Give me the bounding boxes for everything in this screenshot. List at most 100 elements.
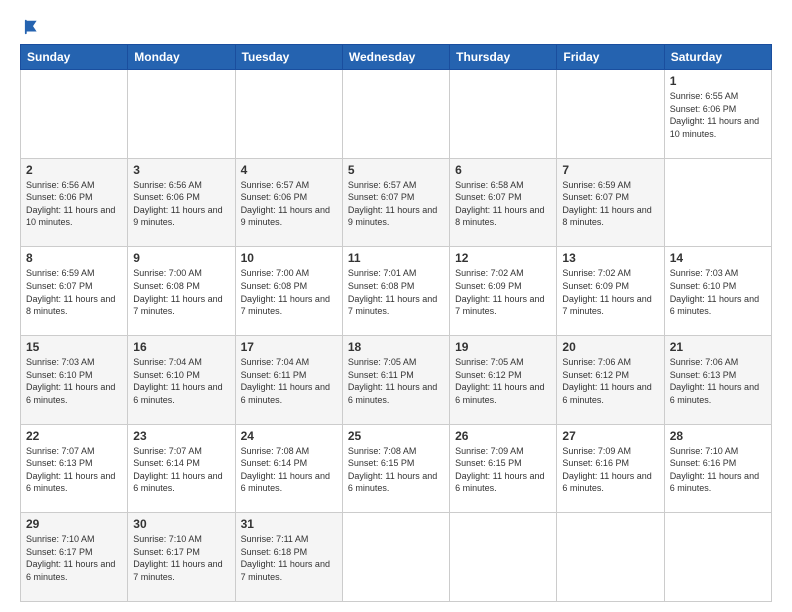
- day-header-saturday: Saturday: [664, 45, 771, 70]
- day-info: Sunrise: 7:10 AMSunset: 6:16 PMDaylight:…: [670, 446, 759, 494]
- day-number: 29: [26, 517, 122, 531]
- day-info: Sunrise: 7:06 AMSunset: 6:12 PMDaylight:…: [562, 357, 651, 405]
- empty-cell: [664, 513, 771, 602]
- logo-flag-icon: [24, 18, 42, 36]
- day-header-tuesday: Tuesday: [235, 45, 342, 70]
- day-header-sunday: Sunday: [21, 45, 128, 70]
- day-number: 4: [241, 163, 337, 177]
- day-number: 1: [670, 74, 766, 88]
- day-info: Sunrise: 7:05 AMSunset: 6:12 PMDaylight:…: [455, 357, 544, 405]
- day-info: Sunrise: 6:58 AMSunset: 6:07 PMDaylight:…: [455, 180, 544, 228]
- empty-cell: [342, 70, 449, 159]
- day-cell-28: 28 Sunrise: 7:10 AMSunset: 6:16 PMDayligh…: [664, 424, 771, 513]
- day-info: Sunrise: 6:59 AMSunset: 6:07 PMDaylight:…: [562, 180, 651, 228]
- day-number: 22: [26, 429, 122, 443]
- day-number: 18: [348, 340, 444, 354]
- day-info: Sunrise: 7:07 AMSunset: 6:13 PMDaylight:…: [26, 446, 115, 494]
- day-cell-10: 10 Sunrise: 7:00 AMSunset: 6:08 PMDayligh…: [235, 247, 342, 336]
- day-info: Sunrise: 7:10 AMSunset: 6:17 PMDaylight:…: [26, 534, 115, 582]
- empty-cell: [450, 513, 557, 602]
- day-number: 23: [133, 429, 229, 443]
- day-info: Sunrise: 7:06 AMSunset: 6:13 PMDaylight:…: [670, 357, 759, 405]
- day-header-wednesday: Wednesday: [342, 45, 449, 70]
- day-cell-24: 24Sunrise: 7:08 AMSunset: 6:14 PMDayligh…: [235, 424, 342, 513]
- day-cell-3: 3 Sunrise: 6:56 AMSunset: 6:06 PMDaylight…: [128, 158, 235, 247]
- day-info: Sunrise: 7:00 AMSunset: 6:08 PMDaylight:…: [241, 268, 330, 316]
- day-info: Sunrise: 6:57 AMSunset: 6:06 PMDaylight:…: [241, 180, 330, 228]
- day-number: 12: [455, 251, 551, 265]
- day-info: Sunrise: 7:08 AMSunset: 6:15 PMDaylight:…: [348, 446, 437, 494]
- day-cell-30: 30Sunrise: 7:10 AMSunset: 6:17 PMDayligh…: [128, 513, 235, 602]
- day-info: Sunrise: 7:09 AMSunset: 6:16 PMDaylight:…: [562, 446, 651, 494]
- day-info: Sunrise: 7:00 AMSunset: 6:08 PMDaylight:…: [133, 268, 222, 316]
- empty-cell: [557, 513, 664, 602]
- empty-cell: [128, 70, 235, 159]
- calendar-week-row: 1 Sunrise: 6:55 AMSunset: 6:06 PMDaylight…: [21, 70, 772, 159]
- day-info: Sunrise: 7:01 AMSunset: 6:08 PMDaylight:…: [348, 268, 437, 316]
- day-cell-1: 1 Sunrise: 6:55 AMSunset: 6:06 PMDaylight…: [664, 70, 771, 159]
- day-number: 11: [348, 251, 444, 265]
- day-info: Sunrise: 7:08 AMSunset: 6:14 PMDaylight:…: [241, 446, 330, 494]
- day-info: Sunrise: 7:04 AMSunset: 6:10 PMDaylight:…: [133, 357, 222, 405]
- day-number: 16: [133, 340, 229, 354]
- calendar-table: SundayMondayTuesdayWednesdayThursdayFrid…: [20, 44, 772, 602]
- day-info: Sunrise: 7:02 AMSunset: 6:09 PMDaylight:…: [455, 268, 544, 316]
- day-cell-7: 7 Sunrise: 6:59 AMSunset: 6:07 PMDaylight…: [557, 158, 664, 247]
- header: [20, 18, 772, 36]
- day-info: Sunrise: 6:56 AMSunset: 6:06 PMDaylight:…: [133, 180, 222, 228]
- day-cell-19: 19Sunrise: 7:05 AMSunset: 6:12 PMDayligh…: [450, 335, 557, 424]
- calendar-week-row: 2 Sunrise: 6:56 AMSunset: 6:06 PMDaylight…: [21, 158, 772, 247]
- empty-cell: [235, 70, 342, 159]
- calendar-week-row: 22 Sunrise: 7:07 AMSunset: 6:13 PMDayligh…: [21, 424, 772, 513]
- day-cell-27: 27Sunrise: 7:09 AMSunset: 6:16 PMDayligh…: [557, 424, 664, 513]
- day-cell-23: 23Sunrise: 7:07 AMSunset: 6:14 PMDayligh…: [128, 424, 235, 513]
- logo: [20, 18, 42, 36]
- day-number: 20: [562, 340, 658, 354]
- day-cell-8: 8 Sunrise: 6:59 AMSunset: 6:07 PMDaylight…: [21, 247, 128, 336]
- day-number: 26: [455, 429, 551, 443]
- day-info: Sunrise: 7:04 AMSunset: 6:11 PMDaylight:…: [241, 357, 330, 405]
- day-cell-20: 20 Sunrise: 7:06 AMSunset: 6:12 PMDayligh…: [557, 335, 664, 424]
- day-number: 2: [26, 163, 122, 177]
- day-cell-13: 13 Sunrise: 7:02 AMSunset: 6:09 PMDayligh…: [557, 247, 664, 336]
- calendar-week-row: 29 Sunrise: 7:10 AMSunset: 6:17 PMDayligh…: [21, 513, 772, 602]
- day-info: Sunrise: 6:56 AMSunset: 6:06 PMDaylight:…: [26, 180, 115, 228]
- calendar-header-row: SundayMondayTuesdayWednesdayThursdayFrid…: [21, 45, 772, 70]
- day-info: Sunrise: 7:10 AMSunset: 6:17 PMDaylight:…: [133, 534, 222, 582]
- day-number: 28: [670, 429, 766, 443]
- day-number: 21: [670, 340, 766, 354]
- day-cell-15: 15 Sunrise: 7:03 AMSunset: 6:10 PMDayligh…: [21, 335, 128, 424]
- day-number: 14: [670, 251, 766, 265]
- day-info: Sunrise: 7:05 AMSunset: 6:11 PMDaylight:…: [348, 357, 437, 405]
- day-number: 7: [562, 163, 658, 177]
- calendar-week-row: 15 Sunrise: 7:03 AMSunset: 6:10 PMDayligh…: [21, 335, 772, 424]
- day-info: Sunrise: 6:59 AMSunset: 6:07 PMDaylight:…: [26, 268, 115, 316]
- day-cell-9: 9 Sunrise: 7:00 AMSunset: 6:08 PMDaylight…: [128, 247, 235, 336]
- day-cell-29: 29 Sunrise: 7:10 AMSunset: 6:17 PMDayligh…: [21, 513, 128, 602]
- calendar-week-row: 8 Sunrise: 6:59 AMSunset: 6:07 PMDaylight…: [21, 247, 772, 336]
- day-number: 3: [133, 163, 229, 177]
- day-info: Sunrise: 7:09 AMSunset: 6:15 PMDaylight:…: [455, 446, 544, 494]
- day-number: 9: [133, 251, 229, 265]
- day-number: 10: [241, 251, 337, 265]
- day-number: 8: [26, 251, 122, 265]
- day-cell-11: 11 Sunrise: 7:01 AMSunset: 6:08 PMDayligh…: [342, 247, 449, 336]
- empty-cell: [557, 70, 664, 159]
- day-number: 17: [241, 340, 337, 354]
- day-cell-22: 22 Sunrise: 7:07 AMSunset: 6:13 PMDayligh…: [21, 424, 128, 513]
- empty-cell: [342, 513, 449, 602]
- day-cell-12: 12 Sunrise: 7:02 AMSunset: 6:09 PMDayligh…: [450, 247, 557, 336]
- day-info: Sunrise: 6:55 AMSunset: 6:06 PMDaylight:…: [670, 91, 759, 139]
- day-info: Sunrise: 7:03 AMSunset: 6:10 PMDaylight:…: [26, 357, 115, 405]
- day-info: Sunrise: 7:03 AMSunset: 6:10 PMDaylight:…: [670, 268, 759, 316]
- day-number: 15: [26, 340, 122, 354]
- empty-cell: [21, 70, 128, 159]
- day-number: 13: [562, 251, 658, 265]
- day-number: 6: [455, 163, 551, 177]
- day-number: 5: [348, 163, 444, 177]
- day-info: Sunrise: 7:02 AMSunset: 6:09 PMDaylight:…: [562, 268, 651, 316]
- day-cell-31: 31Sunrise: 7:11 AMSunset: 6:18 PMDayligh…: [235, 513, 342, 602]
- day-cell-14: 14 Sunrise: 7:03 AMSunset: 6:10 PMDayligh…: [664, 247, 771, 336]
- day-info: Sunrise: 7:11 AMSunset: 6:18 PMDaylight:…: [241, 534, 330, 582]
- calendar-page: SundayMondayTuesdayWednesdayThursdayFrid…: [0, 0, 792, 612]
